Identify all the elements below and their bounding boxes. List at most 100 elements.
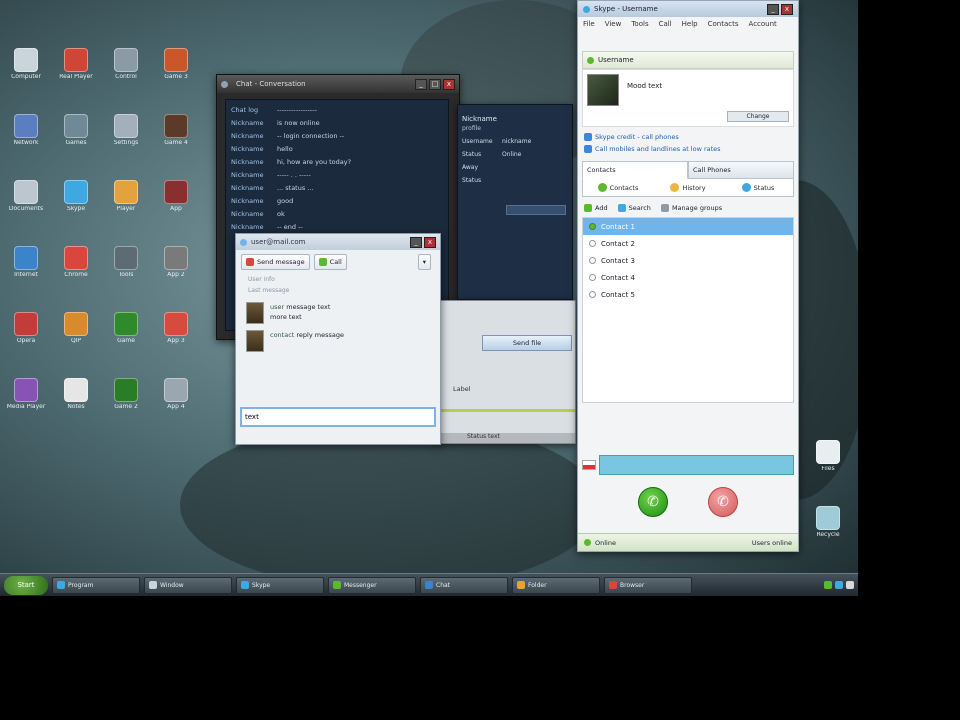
menu-item-contacts[interactable]: Contacts bbox=[708, 20, 739, 33]
desktop-icon[interactable]: Computer bbox=[6, 48, 46, 96]
chat-nick: Nickname bbox=[231, 118, 264, 127]
menu-item-help[interactable]: Help bbox=[682, 20, 698, 33]
desktop-icon[interactable]: App 3 bbox=[156, 312, 196, 360]
im-minimize-button[interactable]: _ bbox=[410, 236, 422, 248]
desktop-icon[interactable]: Game 3 bbox=[156, 48, 196, 96]
options-dropdown[interactable]: ▾ bbox=[417, 254, 431, 270]
status-selector[interactable]: Username bbox=[582, 51, 794, 69]
taskbar-button[interactable]: Skype bbox=[236, 576, 324, 594]
action-0[interactable]: Add bbox=[584, 201, 608, 215]
taskbar-button[interactable]: Chat bbox=[420, 576, 508, 594]
tab-0[interactable]: Contacts bbox=[582, 161, 688, 179]
contact-item[interactable]: Contact 5 bbox=[583, 286, 793, 303]
taskbar-button[interactable]: Messenger bbox=[328, 576, 416, 594]
dial-input[interactable] bbox=[599, 455, 794, 475]
message-input[interactable] bbox=[240, 407, 436, 427]
desktop-icon[interactable]: Game 2 bbox=[106, 378, 146, 426]
desktop-icon[interactable]: Control bbox=[106, 48, 146, 96]
tray-icon[interactable] bbox=[846, 581, 854, 589]
desktop-icon[interactable]: Tools bbox=[106, 246, 146, 294]
menu-item-view[interactable]: View bbox=[605, 20, 622, 33]
im-close-button[interactable]: x bbox=[424, 236, 436, 248]
skype-titlebar[interactable]: Skype - Username _ x bbox=[578, 1, 798, 17]
hangup-button[interactable]: ✆ bbox=[708, 487, 738, 517]
chat-window-titlebar[interactable]: Chat - Conversation _ □ x bbox=[217, 75, 459, 93]
chat-nick: Nickname bbox=[231, 222, 264, 231]
profile-panel[interactable]: Nickname profile Username nickname Status O… bbox=[457, 104, 573, 300]
contact-item[interactable]: Contact 2 bbox=[583, 235, 793, 252]
desktop-icon[interactable]: Games bbox=[56, 114, 96, 162]
avatar[interactable] bbox=[246, 330, 264, 352]
skype-close-button[interactable]: x bbox=[781, 3, 793, 15]
send-message-button[interactable]: Send message bbox=[241, 254, 310, 270]
start-button[interactable]: Start bbox=[4, 575, 48, 595]
desktop-icon[interactable]: Opera bbox=[6, 312, 46, 360]
skype-minimize-button[interactable]: _ bbox=[767, 3, 779, 15]
desktop-icon[interactable]: App bbox=[156, 180, 196, 228]
im-window-titlebar[interactable]: user@mail.com _ x bbox=[236, 234, 440, 250]
tab-1[interactable]: Call Phones bbox=[688, 161, 794, 179]
chevron-down-icon: ▾ bbox=[422, 258, 426, 266]
skype-subtabs: Contacts History Status bbox=[582, 179, 794, 197]
desktop-icon[interactable]: Real Player bbox=[56, 48, 96, 96]
tray-icon[interactable] bbox=[824, 581, 832, 589]
action-2[interactable]: Manage groups bbox=[660, 201, 722, 215]
tray-icon[interactable] bbox=[835, 581, 843, 589]
desktop-icon[interactable]: Chrome bbox=[56, 246, 96, 294]
skype-window[interactable]: Skype - Username _ x File View Tools Call He… bbox=[577, 0, 799, 552]
maximize-button[interactable]: □ bbox=[429, 78, 441, 90]
call-button[interactable]: Call bbox=[313, 254, 347, 270]
desktop-icon[interactable]: QIP bbox=[56, 312, 96, 360]
desktop-icon[interactable]: Documents bbox=[6, 180, 46, 228]
avatar[interactable] bbox=[246, 302, 264, 324]
promo-link[interactable]: Skype credit - call phones bbox=[584, 131, 792, 143]
minimize-button[interactable]: _ bbox=[415, 78, 427, 90]
contact-item[interactable]: Contact 4 bbox=[583, 269, 793, 286]
desktop-icon[interactable]: Notes bbox=[56, 378, 96, 426]
desktop-icon[interactable]: Files bbox=[808, 440, 848, 488]
contact-status-icon bbox=[589, 223, 596, 230]
im-message-list[interactable]: user message text more text contact reply … bbox=[236, 296, 440, 352]
contact-item[interactable]: Contact 1 bbox=[583, 218, 793, 235]
background-window[interactable]: Send file Label Status text bbox=[436, 300, 576, 444]
contact-item[interactable]: Contact 3 bbox=[583, 252, 793, 269]
profile-field[interactable] bbox=[506, 205, 566, 215]
close-button[interactable]: x bbox=[443, 78, 455, 90]
mood-message[interactable]: Mood text bbox=[627, 82, 662, 90]
desktop-icon[interactable]: Settings bbox=[106, 114, 146, 162]
action-1[interactable]: Search bbox=[617, 201, 651, 215]
desktop-icon[interactable]: App 4 bbox=[156, 378, 196, 426]
desktop-icon[interactable]: Media Player bbox=[6, 378, 46, 426]
menu-item-file[interactable]: File bbox=[583, 20, 595, 33]
taskbar-button[interactable]: Program bbox=[52, 576, 140, 594]
desktop-icon[interactable]: Network bbox=[6, 114, 46, 162]
menu-item-call[interactable]: Call bbox=[659, 20, 672, 33]
taskbar-button[interactable]: Browser bbox=[604, 576, 692, 594]
call-label: Call bbox=[329, 258, 342, 266]
menu-item-account[interactable]: Account bbox=[749, 20, 777, 33]
avatar[interactable] bbox=[587, 74, 619, 106]
desktop-icon[interactable]: Game bbox=[106, 312, 146, 360]
desktop-icon[interactable]: Skype bbox=[56, 180, 96, 228]
desktop-icon[interactable]: Player bbox=[106, 180, 146, 228]
subtab-0[interactable]: Contacts bbox=[583, 179, 653, 196]
desktop-icon[interactable]: Game 4 bbox=[156, 114, 196, 162]
menu-item-tools[interactable]: Tools bbox=[631, 20, 648, 33]
send-file-button[interactable]: Send file bbox=[482, 335, 572, 351]
desktop-icon-label: App 3 bbox=[167, 338, 185, 344]
contact-list[interactable]: Contact 1 Contact 2 Contact 3 Contact 4 Cont… bbox=[582, 217, 794, 403]
taskbar-button[interactable]: Folder bbox=[512, 576, 600, 594]
subtab-1[interactable]: History bbox=[653, 179, 723, 196]
country-flag-icon[interactable] bbox=[582, 460, 596, 470]
subtab-icon bbox=[670, 183, 680, 192]
subtab-2[interactable]: Status bbox=[723, 179, 793, 196]
desktop-icon[interactable]: Recycle bbox=[808, 506, 848, 554]
status-left[interactable]: Online bbox=[595, 539, 616, 547]
im-window[interactable]: user@mail.com _ x Send message Call ▾ Us… bbox=[235, 233, 441, 445]
call-green-button[interactable]: ✆ bbox=[638, 487, 668, 517]
desktop-icon[interactable]: App 2 bbox=[156, 246, 196, 294]
taskbar-button[interactable]: Window bbox=[144, 576, 232, 594]
change-button[interactable]: Change bbox=[727, 111, 789, 122]
promo-link[interactable]: Call mobiles and landlines at low rates bbox=[584, 143, 792, 155]
desktop-icon[interactable]: Internet bbox=[6, 246, 46, 294]
